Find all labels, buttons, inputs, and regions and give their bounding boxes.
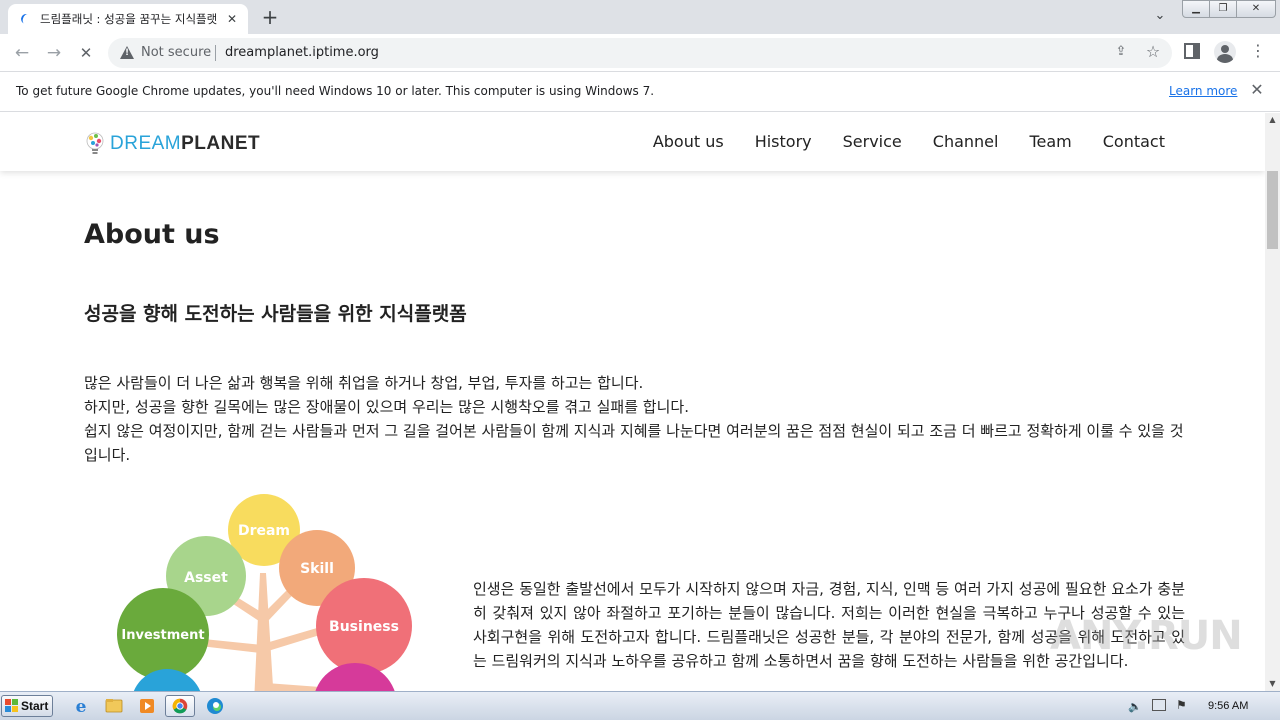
- window-restore-button[interactable]: ❐: [1209, 0, 1237, 18]
- learn-more-link[interactable]: Learn more: [1169, 84, 1237, 98]
- side-panel-icon[interactable]: [1184, 43, 1200, 59]
- intro-paragraph: 많은 사람들이 더 나은 삶과 행복을 위해 취업을 하거나 창업, 부업, 투…: [84, 371, 1184, 467]
- chrome-taskbar-icon[interactable]: [165, 695, 195, 717]
- back-arrow-icon[interactable]: ←: [10, 41, 34, 65]
- stop-loading-icon[interactable]: ✕: [74, 41, 98, 65]
- window-minimize-button[interactable]: ▁: [1182, 0, 1210, 18]
- section-subtitle: 성공을 향해 도전하는 사람들을 위한 지식플랫폼: [84, 303, 467, 325]
- watermark: ANY.RUN: [1050, 613, 1243, 659]
- skill-label: Skill: [300, 561, 334, 577]
- scrollbar-thumb[interactable]: [1267, 171, 1278, 249]
- browser-tab[interactable]: 드림플래닛 : 성공을 꿈꾸는 지식플랫 ✕: [8, 4, 248, 34]
- system-tray: 🔈 ⚑: [1120, 692, 1280, 720]
- internet-explorer-icon[interactable]: e: [66, 695, 96, 717]
- scroll-up-arrow-icon[interactable]: ▲: [1265, 113, 1280, 127]
- tab-close-icon[interactable]: ✕: [224, 11, 240, 27]
- volume-icon[interactable]: 🔈: [1128, 700, 1142, 713]
- bookmark-star-icon[interactable]: ☆: [1144, 42, 1162, 61]
- windows-flag-icon: [5, 699, 18, 712]
- media-player-icon[interactable]: [132, 695, 162, 717]
- nav-history[interactable]: History: [755, 132, 812, 151]
- lightbulb-logo-icon: [86, 132, 104, 154]
- not-secure-label[interactable]: Not secure: [141, 45, 211, 60]
- forward-arrow-icon[interactable]: →: [42, 41, 66, 65]
- tab-strip: 드림플래닛 : 성공을 꿈꾸는 지식플랫 ✕ + ⌄ ▁ ❐ ✕: [0, 0, 1280, 34]
- nav-team[interactable]: Team: [1029, 132, 1071, 151]
- infobar-close-icon[interactable]: ✕: [1248, 81, 1266, 99]
- browser-toolbar: ← → ✕ Not secure dreamplanet.iptime.org …: [0, 34, 1280, 72]
- file-explorer-icon[interactable]: [99, 695, 129, 717]
- business-label: Business: [329, 619, 399, 635]
- success-tree-diagram: Dream Asset Skill Investment Business: [117, 494, 412, 691]
- logo-text-dream: DREAM: [110, 133, 182, 154]
- tab-title: 드림플래닛 : 성공을 꿈꾸는 지식플랫: [40, 12, 218, 26]
- intro-line: 쉽지 않은 여정이지만, 함께 걷는 사람들과 먼저 그 길을 걸어본 사람들이…: [84, 422, 1184, 464]
- site-header: DREAMPLANET About us History Service Cha…: [0, 113, 1265, 171]
- address-bar[interactable]: Not secure dreamplanet.iptime.org ⇪ ☆: [108, 38, 1172, 68]
- main-nav: About us History Service Channel Team Co…: [622, 132, 1165, 151]
- intro-line: 하지만, 성공을 향한 길목에는 많은 장애물이 있으며 우리는 많은 시행착오…: [84, 398, 689, 416]
- share-icon[interactable]: ⇪: [1112, 44, 1130, 62]
- dream-label: Dream: [238, 523, 290, 539]
- profile-avatar-icon[interactable]: [1214, 41, 1236, 63]
- investment-label: Investment: [121, 628, 204, 643]
- start-label: Start: [21, 699, 49, 713]
- warning-icon[interactable]: [120, 46, 134, 59]
- network-icon[interactable]: [1152, 699, 1166, 711]
- edge-icon[interactable]: [200, 695, 230, 717]
- new-tab-button[interactable]: +: [258, 6, 282, 30]
- omnibox-divider: [215, 45, 216, 61]
- asset-label: Asset: [184, 570, 228, 586]
- nav-contact[interactable]: Contact: [1103, 132, 1165, 151]
- loading-spinner-icon: [18, 12, 32, 26]
- page-title: About us: [84, 219, 220, 250]
- svg-text:e: e: [76, 697, 87, 717]
- logo-text-planet: PLANET: [181, 133, 261, 154]
- site-logo[interactable]: DREAMPLANET: [84, 131, 260, 157]
- update-infobar: To get future Google Chrome updates, you…: [0, 72, 1280, 112]
- nav-about-us[interactable]: About us: [653, 132, 724, 151]
- start-button[interactable]: Start: [1, 695, 53, 717]
- taskbar-clock[interactable]: 9:56 AM: [1208, 700, 1248, 712]
- action-center-flag-icon[interactable]: ⚑: [1176, 698, 1187, 712]
- kebab-menu-icon[interactable]: ⋮: [1250, 40, 1266, 64]
- infobar-message: To get future Google Chrome updates, you…: [16, 84, 655, 98]
- page-scrollbar[interactable]: ▲ ▼: [1265, 113, 1280, 691]
- page-viewport: DREAMPLANET About us History Service Cha…: [0, 113, 1265, 691]
- tab-search-chevron-icon[interactable]: ⌄: [1150, 8, 1170, 26]
- windows-taskbar: Start e 🔈 ⚑ 9:56 AM: [0, 691, 1280, 720]
- url-text[interactable]: dreamplanet.iptime.org: [225, 45, 379, 60]
- nav-channel[interactable]: Channel: [933, 132, 999, 151]
- window-close-button[interactable]: ✕: [1236, 0, 1276, 18]
- scroll-down-arrow-icon[interactable]: ▼: [1265, 677, 1280, 691]
- intro-line: 많은 사람들이 더 나은 삶과 행복을 위해 취업을 하거나 창업, 부업, 투…: [84, 374, 644, 392]
- nav-service[interactable]: Service: [843, 132, 902, 151]
